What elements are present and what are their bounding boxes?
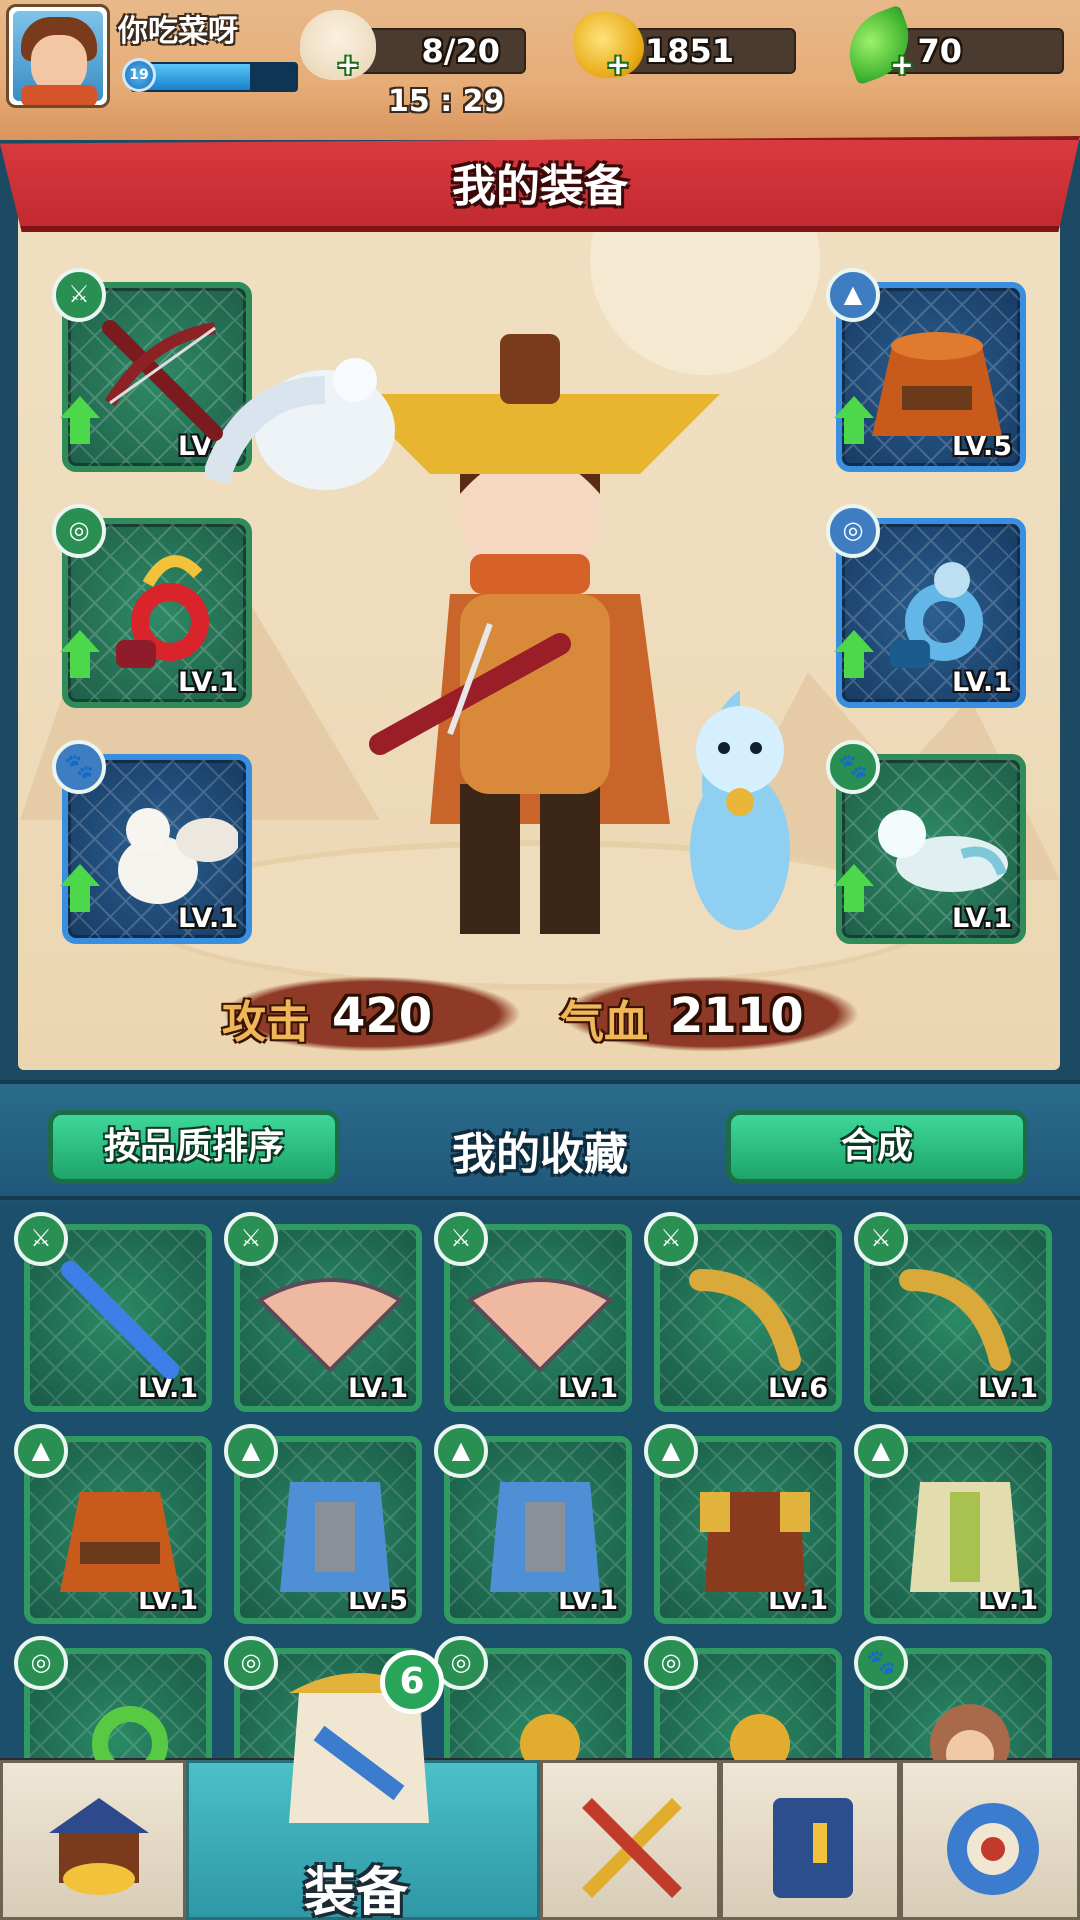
ferret-pet (690, 706, 790, 930)
hp-value: 2110 (670, 988, 804, 1044)
upgrade-arrow-icon (60, 630, 100, 680)
collection-title: 我的收藏 (452, 1129, 628, 1180)
orange-cloak-icon (60, 1492, 180, 1592)
ring-type-icon: ◎ (224, 1636, 278, 1690)
monkey-icon (930, 1704, 1010, 1760)
blue-sword-icon (61, 1261, 179, 1379)
armor-type-icon: ▲ (224, 1424, 278, 1478)
sword-type-icon: ⚔ (644, 1212, 698, 1266)
blue-robe-icon (490, 1482, 600, 1592)
equipment-notification-badge: 6 (380, 1650, 444, 1714)
upgrade-arrow-icon (834, 396, 874, 446)
paw-type-icon: 🐾 (52, 740, 106, 794)
equipment-title: 我的装备 (452, 161, 628, 212)
armor-type-icon: ▲ (434, 1424, 488, 1478)
sword-type-icon: ⚔ (854, 1212, 908, 1266)
gear-icon (947, 1803, 1039, 1895)
add-leaf-icon[interactable]: + (888, 51, 916, 80)
book-icon (773, 1798, 853, 1898)
add-gold-icon[interactable]: + (604, 51, 632, 80)
collection-grid[interactable]: LV.1 LV.1 LV.1 LV.6 LV.1 LV.1 LV.5 LV.1 (0, 1204, 1080, 1760)
blue-robe-icon (280, 1482, 390, 1592)
armor-type-icon: ▲ (826, 268, 880, 322)
ring-type-icon: ◎ (826, 504, 880, 558)
ring-type-icon: ◎ (14, 1636, 68, 1690)
jade-pendant-icon (116, 555, 209, 668)
white-ferret-icon (878, 810, 1008, 892)
armor-type-icon: ▲ (644, 1424, 698, 1478)
gold-pendant-icon (520, 1714, 580, 1760)
nav-shop-button[interactable] (0, 1760, 186, 1920)
treasure-house-icon (49, 1798, 149, 1895)
hp-label: 气血 (560, 997, 648, 1048)
sword-type-icon: ⚔ (224, 1212, 278, 1266)
nav-book-button[interactable] (720, 1760, 900, 1920)
nav-settings-button[interactable] (900, 1760, 1080, 1920)
orange-cloak-icon (872, 332, 1002, 436)
player-name: 你吃菜呀 (118, 14, 238, 49)
gold-pendant-icon (730, 1714, 790, 1760)
sword-type-icon: ⚔ (52, 268, 106, 322)
add-energy-icon[interactable]: + (334, 51, 362, 80)
blue-pendant-icon (890, 562, 983, 668)
crossbow-icon (102, 320, 223, 441)
green-robe-icon (910, 1482, 1020, 1592)
player-avatar[interactable] (6, 4, 110, 108)
energy-value: 8/20 (421, 32, 500, 70)
upgrade-arrow-icon (834, 864, 874, 914)
merge-button[interactable]: 合成 (726, 1110, 1028, 1184)
attack-value: 420 (332, 988, 433, 1044)
golden-horn-icon (899, 1269, 1011, 1371)
gold-value: 1851 (644, 32, 734, 70)
sort-by-quality-button[interactable]: 按品质排序 (48, 1110, 340, 1184)
fan-icon (256, 1278, 404, 1373)
white-squirrel-icon (118, 808, 238, 904)
nav-battle-button[interactable] (540, 1760, 720, 1920)
sword-type-icon: ⚔ (14, 1212, 68, 1266)
hp-stat: 气血 2110 (560, 976, 860, 1052)
paw-type-icon: 🐾 (854, 1636, 908, 1690)
ring-type-icon: ◎ (52, 504, 106, 558)
leaf-value: 70 (917, 32, 962, 70)
fan-icon (466, 1278, 614, 1373)
nav-equipment-label: 装备 (303, 1863, 408, 1920)
attack-stat: 攻击 420 (222, 976, 522, 1052)
armor-type-icon: ▲ (14, 1424, 68, 1478)
upgrade-arrow-icon (60, 864, 100, 914)
armor-type-icon: ▲ (854, 1424, 908, 1478)
green-pendant-icon (92, 1706, 168, 1760)
gold-armor-icon (700, 1492, 810, 1592)
white-bird-pet (205, 358, 395, 490)
energy-timer: 15 : 29 (388, 84, 505, 119)
attack-label: 攻击 (222, 997, 310, 1048)
upgrade-arrow-icon (834, 630, 874, 680)
ring-type-icon: ◎ (644, 1636, 698, 1690)
upgrade-arrow-icon (60, 396, 100, 446)
player-level-badge: 19 (122, 58, 156, 92)
crossed-weapons-icon (582, 1798, 682, 1898)
paw-type-icon: 🐾 (826, 740, 880, 794)
sword-type-icon: ⚔ (434, 1212, 488, 1266)
golden-horn-icon (689, 1269, 801, 1371)
